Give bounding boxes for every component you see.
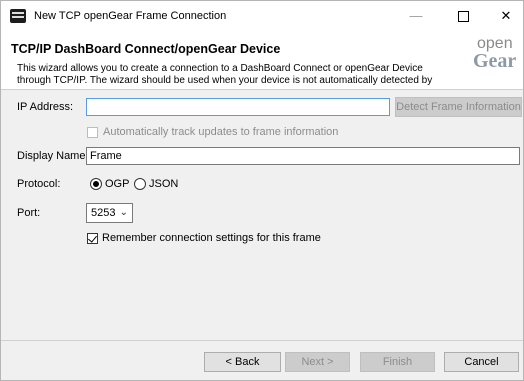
page-description: This wizard allows you to create a conne… bbox=[17, 63, 433, 86]
protocol-label: Protocol: bbox=[17, 178, 61, 190]
footer-separator bbox=[1, 340, 523, 341]
opengear-frame-icon bbox=[10, 9, 26, 23]
auto-track-checkbox[interactable] bbox=[87, 127, 98, 138]
chevron-down-icon: ⌄ bbox=[119, 207, 128, 218]
detect-frame-information-button[interactable]: Detect Frame Information bbox=[395, 97, 522, 117]
title-bar: New TCP openGear Frame Connection — ✕ bbox=[1, 1, 523, 31]
next-button[interactable]: Next > bbox=[285, 352, 350, 372]
ip-address-label: IP Address: bbox=[17, 101, 74, 113]
radio-selected-dot bbox=[93, 181, 99, 187]
protocol-json-radio[interactable] bbox=[134, 178, 146, 190]
port-select[interactable]: 5253 ⌄ bbox=[86, 203, 133, 223]
display-name-label: Display Name: bbox=[17, 150, 89, 162]
remember-settings-checkbox[interactable] bbox=[87, 233, 98, 244]
window-title: New TCP openGear Frame Connection bbox=[34, 10, 227, 22]
close-button[interactable]: ✕ bbox=[491, 7, 521, 25]
port-value: 5253 bbox=[91, 207, 116, 219]
logo-text-gear: Gear bbox=[473, 50, 517, 72]
maximize-button[interactable] bbox=[448, 7, 478, 25]
display-name-input[interactable] bbox=[86, 147, 520, 165]
remember-settings-label: Remember connection settings for this fr… bbox=[102, 232, 321, 244]
cancel-button[interactable]: Cancel bbox=[444, 352, 519, 372]
minimize-button[interactable]: — bbox=[401, 7, 431, 25]
checkmark-icon bbox=[88, 233, 97, 243]
port-label: Port: bbox=[17, 207, 41, 219]
page-title: TCP/IP DashBoard Connect/openGear Device bbox=[11, 42, 281, 56]
opengear-logo: open Gear bbox=[469, 35, 519, 79]
wizard-window: New TCP openGear Frame Connection — ✕ TC… bbox=[0, 0, 524, 381]
maximize-icon bbox=[457, 11, 469, 23]
protocol-json-label: JSON bbox=[149, 178, 179, 190]
finish-button[interactable]: Finish bbox=[360, 352, 435, 372]
protocol-ogp-label: OGP bbox=[105, 178, 130, 190]
back-button[interactable]: < Back bbox=[204, 352, 281, 372]
protocol-ogp-radio[interactable] bbox=[90, 178, 102, 190]
wizard-header: TCP/IP DashBoard Connect/openGear Device… bbox=[1, 31, 523, 90]
ip-address-input[interactable] bbox=[86, 98, 390, 116]
auto-track-label: Automatically track updates to frame inf… bbox=[103, 126, 339, 138]
